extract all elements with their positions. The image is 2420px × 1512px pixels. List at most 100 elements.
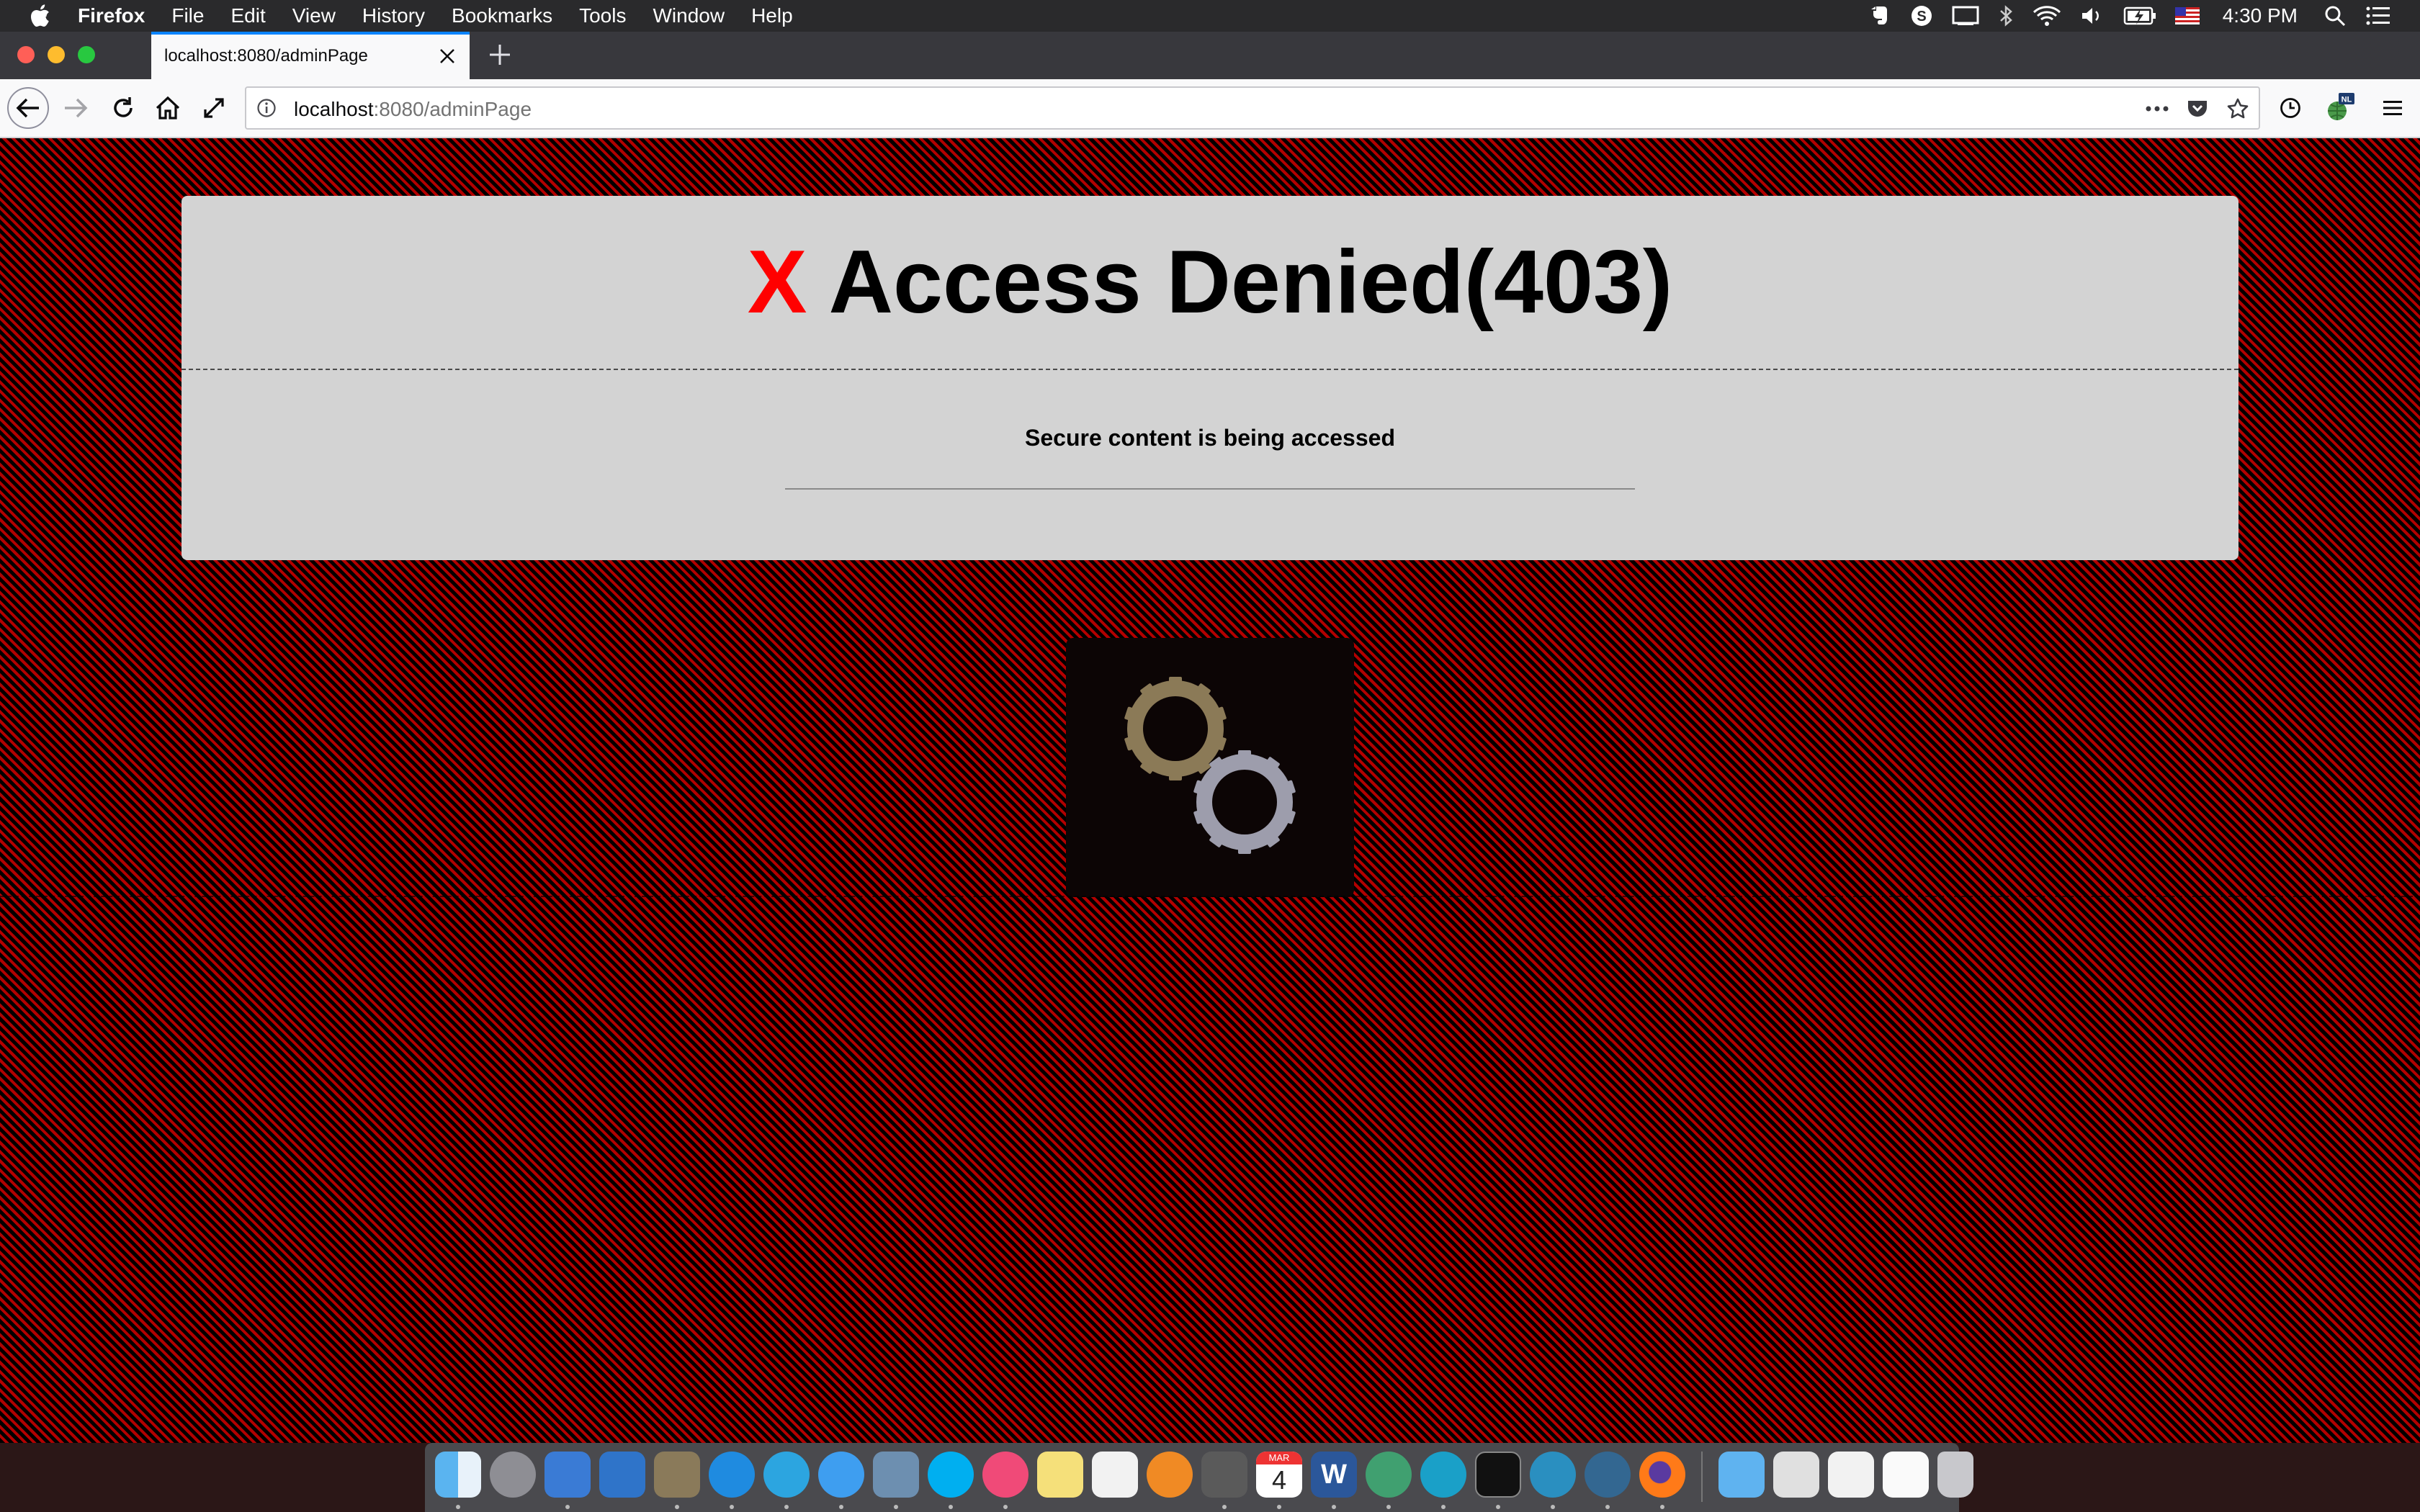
screenshot-stack-icon[interactable]: [1883, 1452, 1929, 1498]
menu-tools[interactable]: Tools: [579, 0, 626, 32]
tab-strip: localhost:8080/adminPage: [0, 32, 2420, 79]
denied-x-mark: X: [747, 233, 807, 332]
clock-history-icon: [2280, 98, 2300, 118]
new-tab-icon[interactable]: [487, 42, 513, 68]
instruments-icon[interactable]: [599, 1452, 645, 1498]
status-area: S 4:30 PM: [1867, 0, 2391, 32]
wifi-icon[interactable]: [2033, 5, 2061, 27]
forward-button[interactable]: [56, 89, 95, 127]
dock-running-dot: [730, 1505, 734, 1509]
bookmark-star-button[interactable]: [2226, 96, 2250, 121]
dock-running-dot: [1222, 1505, 1227, 1509]
itunes-icon[interactable]: [982, 1452, 1028, 1498]
dock-running-dot: [839, 1505, 843, 1509]
navigation-toolbar: localhost:8080/adminPage NL: [0, 79, 2420, 138]
postgres-icon[interactable]: [1585, 1452, 1631, 1498]
us-flag-icon[interactable]: [2174, 7, 2200, 24]
skype-icon[interactable]: S: [1910, 4, 1933, 27]
forward-arrow-icon: [65, 98, 88, 118]
tower-icon[interactable]: [654, 1452, 700, 1498]
word-icon[interactable]: W: [1311, 1452, 1357, 1498]
display-icon[interactable]: [1952, 5, 1979, 27]
page-actions-button[interactable]: [2145, 96, 2169, 121]
dock-running-dot: [1605, 1505, 1610, 1509]
preview-icon[interactable]: [873, 1452, 919, 1498]
dock-running-dot: [784, 1505, 789, 1509]
documents-stack-icon[interactable]: [1828, 1452, 1874, 1498]
xcode-icon[interactable]: [544, 1452, 591, 1498]
star-icon: [2227, 98, 2249, 119]
menu-help[interactable]: Help: [751, 0, 793, 32]
fullscreen-button[interactable]: [194, 89, 233, 127]
dock-running-dot: [1332, 1505, 1336, 1509]
sequel-pro-icon[interactable]: [1530, 1452, 1576, 1498]
page-title-text: Access Denied(403): [828, 233, 1673, 332]
bluetooth-icon[interactable]: [1998, 5, 2014, 27]
trash-icon[interactable]: [1937, 1452, 1973, 1498]
tab-admin-page[interactable]: localhost:8080/adminPage: [151, 32, 470, 79]
home-button[interactable]: [148, 89, 187, 127]
open-menu-button[interactable]: [2377, 92, 2408, 124]
volume-icon[interactable]: [2080, 5, 2105, 27]
pocket-icon: [2188, 101, 2207, 117]
notes-icon[interactable]: [1037, 1452, 1083, 1498]
apple-menu-icon[interactable]: [29, 4, 58, 27]
downloads-stack-icon[interactable]: [1773, 1452, 1819, 1498]
safari-icon[interactable]: [709, 1452, 755, 1498]
launchpad-icon[interactable]: [490, 1452, 536, 1498]
numbers-icon[interactable]: [1201, 1452, 1247, 1498]
spotlight-search-icon[interactable]: [2323, 4, 2347, 27]
close-window-button[interactable]: [17, 46, 35, 63]
extension-button[interactable]: NL: [2323, 92, 2355, 124]
zoom-window-button[interactable]: [78, 46, 95, 63]
menu-window[interactable]: Window: [653, 0, 725, 32]
back-arrow-icon: [16, 98, 39, 118]
telegram-icon[interactable]: [763, 1452, 810, 1498]
ibooks-icon[interactable]: [1147, 1452, 1193, 1498]
hamburger-menu-icon: [2383, 101, 2402, 115]
minimize-window-button[interactable]: [48, 46, 65, 63]
terminal-icon[interactable]: [1475, 1452, 1521, 1498]
globe-extension-icon: NL: [2328, 93, 2354, 120]
evernote-icon[interactable]: [1867, 5, 1891, 27]
back-button[interactable]: [7, 87, 49, 129]
firefox-icon[interactable]: [1639, 1452, 1685, 1498]
message-divider: [785, 488, 1635, 490]
error-message: Secure content is being accessed: [1025, 425, 1395, 451]
home-icon: [156, 96, 180, 120]
dock-running-dot: [1386, 1505, 1391, 1509]
dock-running-dot: [565, 1505, 570, 1509]
battery-icon[interactable]: [2123, 6, 2156, 26]
markdown-icon[interactable]: [1420, 1452, 1466, 1498]
reminders-icon[interactable]: [1092, 1452, 1138, 1498]
calendar-icon[interactable]: MAR 4: [1256, 1452, 1302, 1498]
url-bar[interactable]: localhost:8080/adminPage: [245, 86, 2260, 130]
tab-close-icon[interactable]: [438, 47, 457, 66]
menu-history[interactable]: History: [362, 0, 425, 32]
more-dots-icon: [2146, 106, 2169, 112]
folder-icon[interactable]: [1718, 1452, 1765, 1498]
clock[interactable]: 4:30 PM: [2223, 4, 2298, 27]
finder-icon[interactable]: [435, 1452, 481, 1498]
menu-bookmarks[interactable]: Bookmarks: [452, 0, 552, 32]
site-info-icon[interactable]: [256, 98, 277, 118]
page-title: X Access Denied(403): [182, 232, 2238, 333]
error-card-header: X Access Denied(403): [182, 196, 2238, 370]
svg-text:S: S: [1917, 9, 1926, 24]
atom-icon[interactable]: [1366, 1452, 1412, 1498]
menu-edit[interactable]: Edit: [230, 0, 265, 32]
url-path: :8080/adminPage: [373, 98, 532, 120]
skype-dock-icon[interactable]: [928, 1452, 974, 1498]
messages-icon[interactable]: [818, 1452, 864, 1498]
library-button[interactable]: [2275, 92, 2306, 124]
menu-view[interactable]: View: [292, 0, 336, 32]
calendar-day: 4: [1271, 1465, 1287, 1495]
dock-running-dot: [949, 1505, 953, 1509]
menu-file[interactable]: File: [171, 0, 204, 32]
pocket-button[interactable]: [2185, 96, 2210, 121]
menu-app-name[interactable]: Firefox: [78, 0, 145, 32]
reload-button[interactable]: [104, 89, 143, 127]
notification-center-icon[interactable]: [2365, 5, 2391, 27]
url-text[interactable]: localhost:8080/adminPage: [294, 98, 532, 121]
dock-running-dot: [1660, 1505, 1664, 1509]
